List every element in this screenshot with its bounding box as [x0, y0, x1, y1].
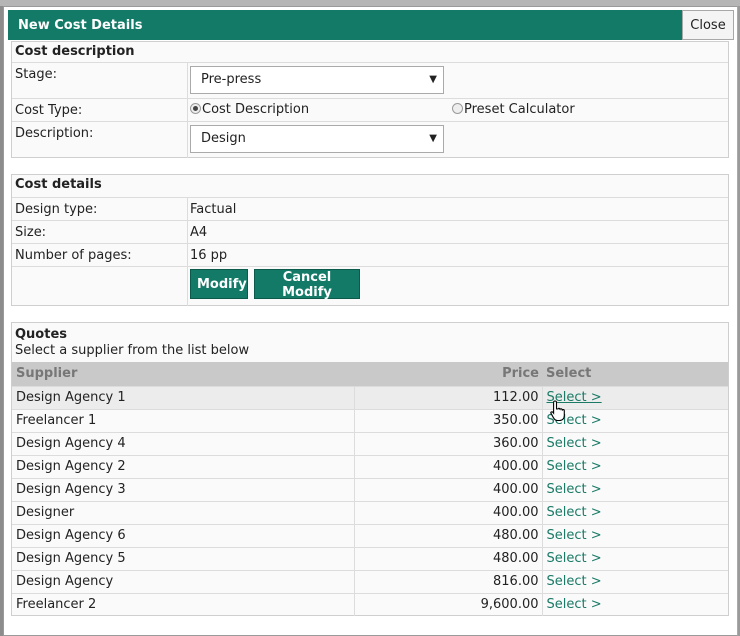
supplier-cell: Designer: [12, 500, 354, 524]
select-cell: Select >: [542, 408, 728, 432]
price-cell: 480.00: [353, 523, 543, 547]
quotes-subtitle: Select a supplier from the list below: [15, 343, 250, 358]
column-header-price: Price: [354, 362, 542, 386]
price-cell: 816.00: [353, 569, 543, 593]
modify-button[interactable]: Modify: [190, 269, 248, 299]
radio-unselected-icon[interactable]: [452, 103, 463, 114]
quotes-panel: Quotes Select a supplier from the list b…: [11, 322, 729, 616]
select-link[interactable]: Select >: [547, 528, 602, 543]
design-type-value: Factual: [190, 202, 237, 217]
select-link[interactable]: Select >: [547, 482, 602, 497]
select-link[interactable]: Select >: [547, 436, 602, 451]
hand-cursor-icon: [550, 400, 565, 422]
cost-type-option-label: Cost Description: [202, 102, 310, 117]
description-select[interactable]: Design ▼: [190, 125, 444, 153]
table-row: Design Agency 816.00 Select >: [12, 569, 728, 593]
select-cell: Select >: [542, 500, 728, 524]
supplier-cell: Freelancer 1: [12, 408, 354, 432]
stage-select[interactable]: Pre-press ▼: [190, 66, 444, 94]
supplier-cell: Design Agency: [12, 569, 354, 593]
supplier-cell: Design Agency 1: [12, 385, 354, 409]
supplier-cell: Freelancer 2: [12, 592, 354, 616]
stage-select-value: Pre-press: [201, 72, 262, 87]
table-row: Freelancer 2 9,600.00 Select >: [12, 592, 728, 616]
price-cell: 480.00: [353, 546, 543, 570]
cost-details-panel: Cost details Design type: Factual Size: …: [11, 174, 729, 306]
table-header-row: Supplier Price Select: [12, 362, 728, 386]
supplier-cell: Design Agency 6: [12, 523, 354, 547]
select-link[interactable]: Select >: [547, 574, 602, 589]
price-cell: 360.00: [353, 431, 543, 455]
table-row: Freelancer 1 350.00 Select >: [12, 408, 728, 432]
description-select-value: Design: [201, 131, 246, 146]
supplier-cell: Design Agency 5: [12, 546, 354, 570]
price-cell: 400.00: [353, 500, 543, 524]
price-cell: 400.00: [353, 454, 543, 478]
select-cell: Select >: [542, 569, 728, 593]
supplier-cell: Design Agency 2: [12, 454, 354, 478]
cost-type-row: Cost Type: Cost Description Preset Calcu…: [12, 98, 728, 121]
cost-type-option-label: Preset Calculator: [464, 102, 575, 117]
cancel-modify-button[interactable]: Cancel Modify: [254, 269, 360, 300]
cost-details-heading: Cost details: [15, 177, 102, 192]
stage-label: Stage:: [15, 67, 57, 82]
pages-row: Number of pages: 16 pp: [12, 243, 728, 266]
column-header-supplier: Supplier: [12, 362, 354, 386]
dialog-titlebar: New Cost Details Close: [8, 10, 734, 40]
column-header-select: Select: [542, 362, 728, 386]
table-row: Design Agency 3 400.00 Select >: [12, 477, 728, 501]
select-link[interactable]: Select >: [547, 505, 602, 520]
dropdown-arrow-icon: ▼: [429, 74, 437, 85]
close-button[interactable]: Close: [682, 10, 734, 40]
price-cell: 112.00: [353, 385, 543, 409]
select-cell: Select >: [542, 454, 728, 478]
select-cell: Select >: [542, 546, 728, 570]
select-link[interactable]: Select >: [547, 551, 602, 566]
dialog-title: New Cost Details: [18, 18, 143, 33]
select-cell: Select >: [542, 477, 728, 501]
quotes-table: Supplier Price Select Design Agency 1 11…: [12, 362, 728, 616]
table-row: Designer 400.00 Select >: [12, 500, 728, 524]
cost-type-label: Cost Type:: [15, 103, 83, 118]
quotes-heading: Quotes: [15, 327, 68, 342]
cost-description-panel: Cost description Stage: Pre-press ▼ Cost…: [11, 41, 729, 158]
table-row: Design Agency 2 400.00 Select >: [12, 454, 728, 478]
select-cell: Select >: [542, 592, 728, 616]
select-cell: Select >: [542, 385, 728, 409]
price-cell: 400.00: [353, 477, 543, 501]
pages-value: 16 pp: [190, 248, 228, 263]
table-row: Design Agency 5 480.00 Select >: [12, 546, 728, 570]
size-value: A4: [190, 225, 208, 240]
size-label: Size:: [15, 225, 47, 240]
select-cell: Select >: [542, 431, 728, 455]
select-link[interactable]: Select >: [547, 459, 602, 474]
size-row: Size: A4: [12, 220, 728, 243]
table-row: Design Agency 6 480.00 Select >: [12, 523, 728, 547]
supplier-cell: Design Agency 4: [12, 431, 354, 455]
cost-description-heading: Cost description: [15, 44, 135, 59]
select-link[interactable]: Select >: [547, 597, 602, 612]
table-row: Design Agency 1 112.00 Select >: [12, 385, 728, 409]
cost-type-option-cost-description[interactable]: Cost Description: [190, 102, 309, 117]
stage-row: Stage: Pre-press ▼: [12, 62, 728, 98]
select-cell: Select >: [542, 523, 728, 547]
description-label: Description:: [15, 126, 94, 141]
description-row: Description: Design ▼: [12, 121, 728, 158]
pages-label: Number of pages:: [15, 248, 132, 263]
table-row: Design Agency 4 360.00 Select >: [12, 431, 728, 455]
dropdown-arrow-icon: ▼: [429, 133, 437, 144]
design-type-row: Design type: Factual: [12, 197, 728, 220]
price-cell: 350.00: [353, 408, 543, 432]
new-cost-details-dialog: New Cost Details Close Cost description …: [3, 6, 738, 636]
price-cell: 9,600.00: [353, 592, 543, 616]
actions-row: Modify Cancel Modify: [12, 266, 728, 306]
radio-selected-icon[interactable]: [190, 103, 201, 114]
design-type-label: Design type:: [15, 202, 98, 217]
cost-type-option-preset-calculator[interactable]: Preset Calculator: [452, 102, 575, 117]
supplier-cell: Design Agency 3: [12, 477, 354, 501]
